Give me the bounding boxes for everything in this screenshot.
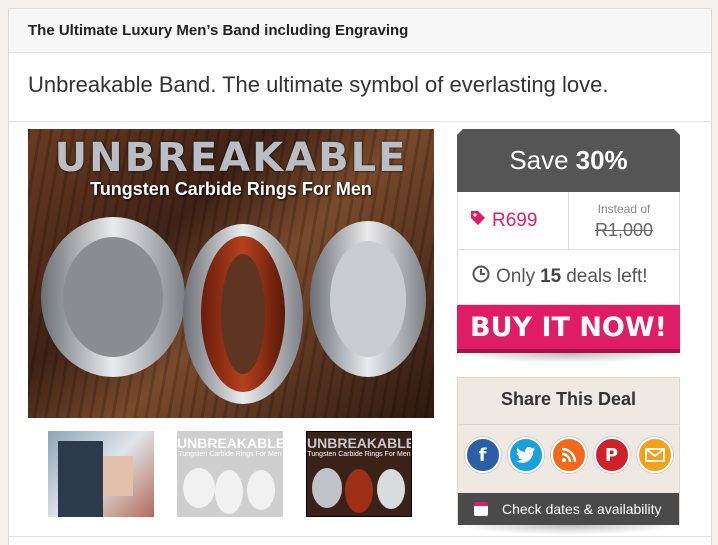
check-dates-button[interactable]: Check dates & availability [458,493,679,525]
price-tag-icon [470,210,486,232]
share-box: Share This Deal f P Check dates & availa… [457,377,680,525]
bottom-divider [9,536,711,537]
deal-card: The Ultimate Luxury Men’s Band including… [8,8,712,545]
deal-title: The Ultimate Luxury Men’s Band including… [28,22,409,39]
hero-image[interactable]: UNBREAKABLE Tungsten Carbide Rings For M… [28,129,434,418]
thumbnail-3[interactable]: UNBREAKABLE Tungsten Carbide Rings For M… [306,431,412,517]
pinterest-icon[interactable]: P [593,437,630,473]
clock-icon [472,265,490,289]
price-row: R699 Instead of R1,000 [457,192,680,250]
deals-left: Only 15 deals left! [457,250,680,305]
thumbnail-strip: UNBREAKABLE Tungsten Carbide Rings For M… [48,431,428,517]
save-badge: Save 30% [457,129,680,192]
rss-icon[interactable] [550,437,587,473]
buy-now-button[interactable]: BUY IT NOW! [457,305,680,353]
original-price-box: Instead of R1,000 [569,192,679,249]
share-heading: Share This Deal [458,378,679,425]
save-percent: 30% [575,145,628,175]
purchase-panel: Save 30% R699 Instead of R1,000 Only 15 d… [457,129,680,535]
email-icon[interactable] [636,437,673,473]
twitter-icon[interactable] [507,437,544,473]
calendar-icon [474,502,488,516]
deals-count: 15 [540,266,562,287]
thumbnail-1[interactable] [48,431,154,517]
divider [9,121,711,122]
facebook-icon[interactable]: f [464,437,501,473]
social-icons: f P [458,437,679,473]
deal-subtitle: Unbreakable Band. The ultimate symbol of… [28,72,609,97]
deal-price: R699 [458,192,569,249]
original-price: R1,000 [594,220,654,240]
title-bar: The Ultimate Luxury Men’s Band including… [9,9,711,53]
rings-illustration [41,217,426,404]
thumbnail-2[interactable]: UNBREAKABLE Tungsten Carbide Rings For M… [177,431,283,517]
